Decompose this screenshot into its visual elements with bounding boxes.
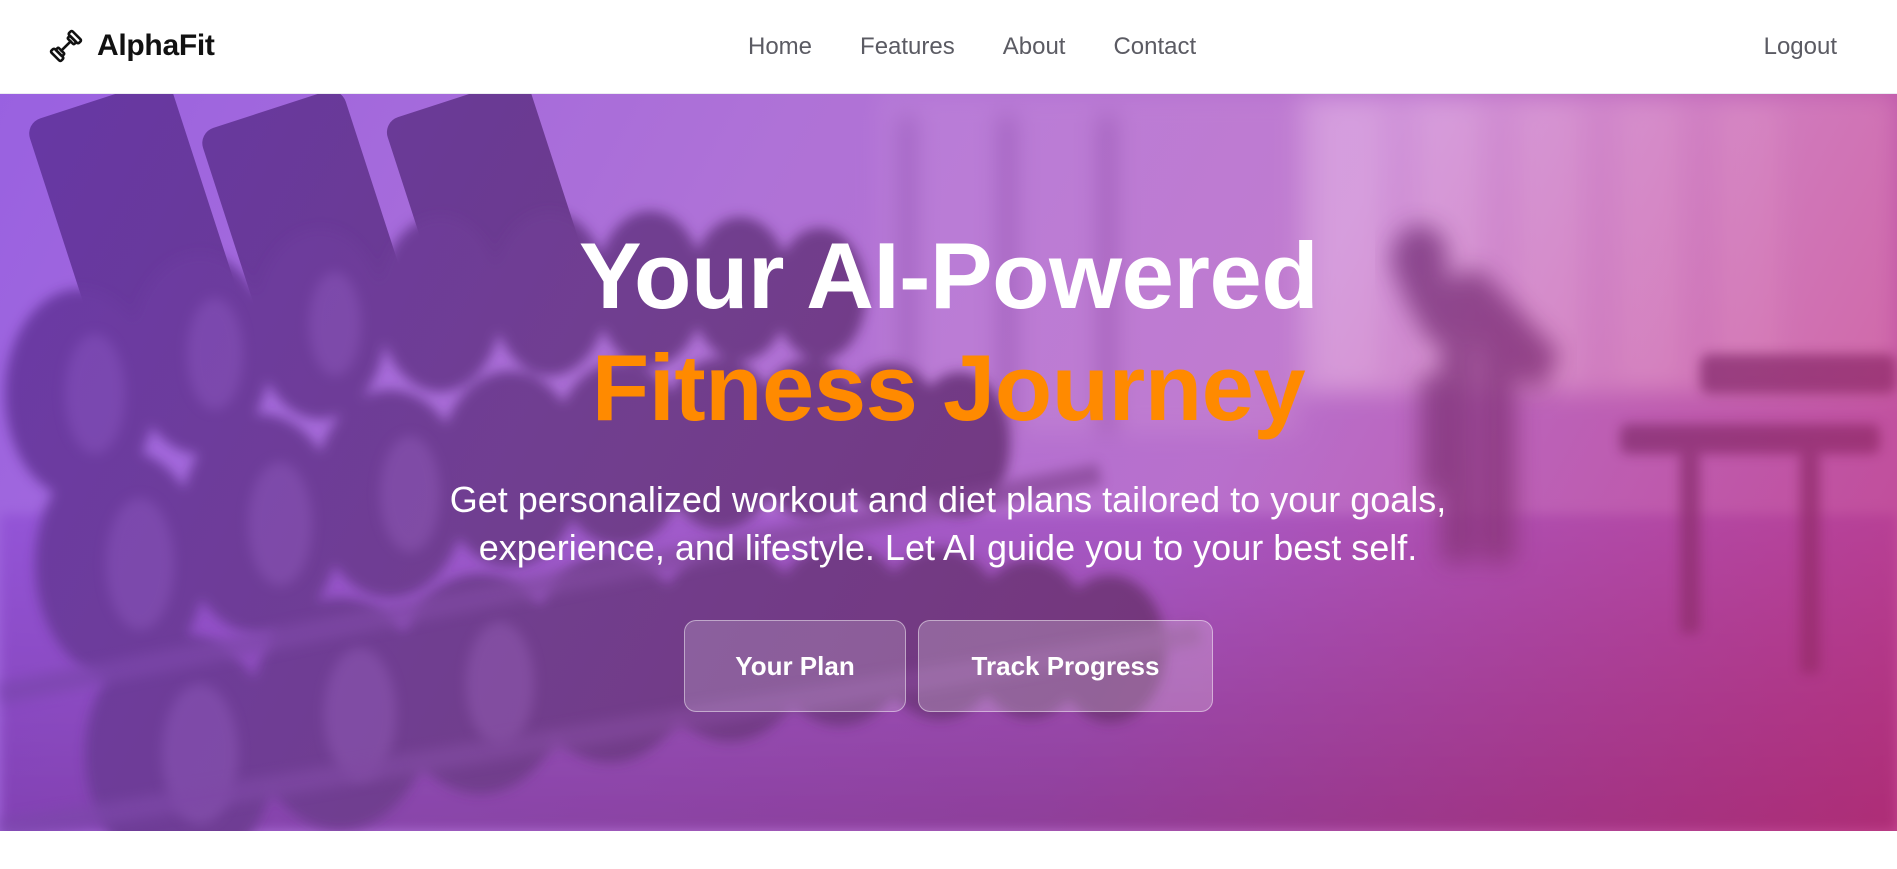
- hero-subtitle-line-2: experience, and lifestyle. Let AI guide …: [478, 527, 1418, 568]
- hero-section: Your AI-Powered Fitness Journey Get pers…: [0, 94, 1897, 831]
- nav-link-home[interactable]: Home: [748, 33, 812, 60]
- main-nav: Home Features About Contact: [748, 0, 1196, 94]
- hero-content: Your AI-Powered Fitness Journey Get pers…: [0, 94, 1897, 831]
- nav-item-features: Features: [860, 33, 955, 61]
- nav-item-contact: Contact: [1113, 33, 1196, 61]
- logout-link[interactable]: Logout: [1764, 0, 1837, 94]
- brand-logo-link[interactable]: AlphaFit: [48, 28, 215, 64]
- nav-item-home: Home: [748, 33, 812, 61]
- top-navbar: AlphaFit Home Features About Contact Log…: [0, 0, 1897, 94]
- your-plan-button[interactable]: Your Plan: [684, 620, 906, 712]
- nav-link-features[interactable]: Features: [860, 33, 955, 60]
- hero-subtitle-line-1: Get personalized workout and diet plans …: [449, 479, 1447, 520]
- nav-item-about: About: [1003, 33, 1066, 61]
- brand-name: AlphaFit: [97, 29, 215, 62]
- hero-subtitle: Get personalized workout and diet plans …: [398, 476, 1498, 572]
- nav-link-contact[interactable]: Contact: [1113, 33, 1196, 60]
- hero-title-line-2-highlight: Fitness Journey: [591, 335, 1306, 440]
- dumbbell-icon: [49, 29, 83, 63]
- hero-title-line-1: Your AI-Powered: [578, 223, 1319, 328]
- nav-link-about[interactable]: About: [1003, 33, 1066, 60]
- track-progress-button[interactable]: Track Progress: [918, 620, 1213, 712]
- hero-title: Your AI-Powered Fitness Journey: [0, 220, 1897, 444]
